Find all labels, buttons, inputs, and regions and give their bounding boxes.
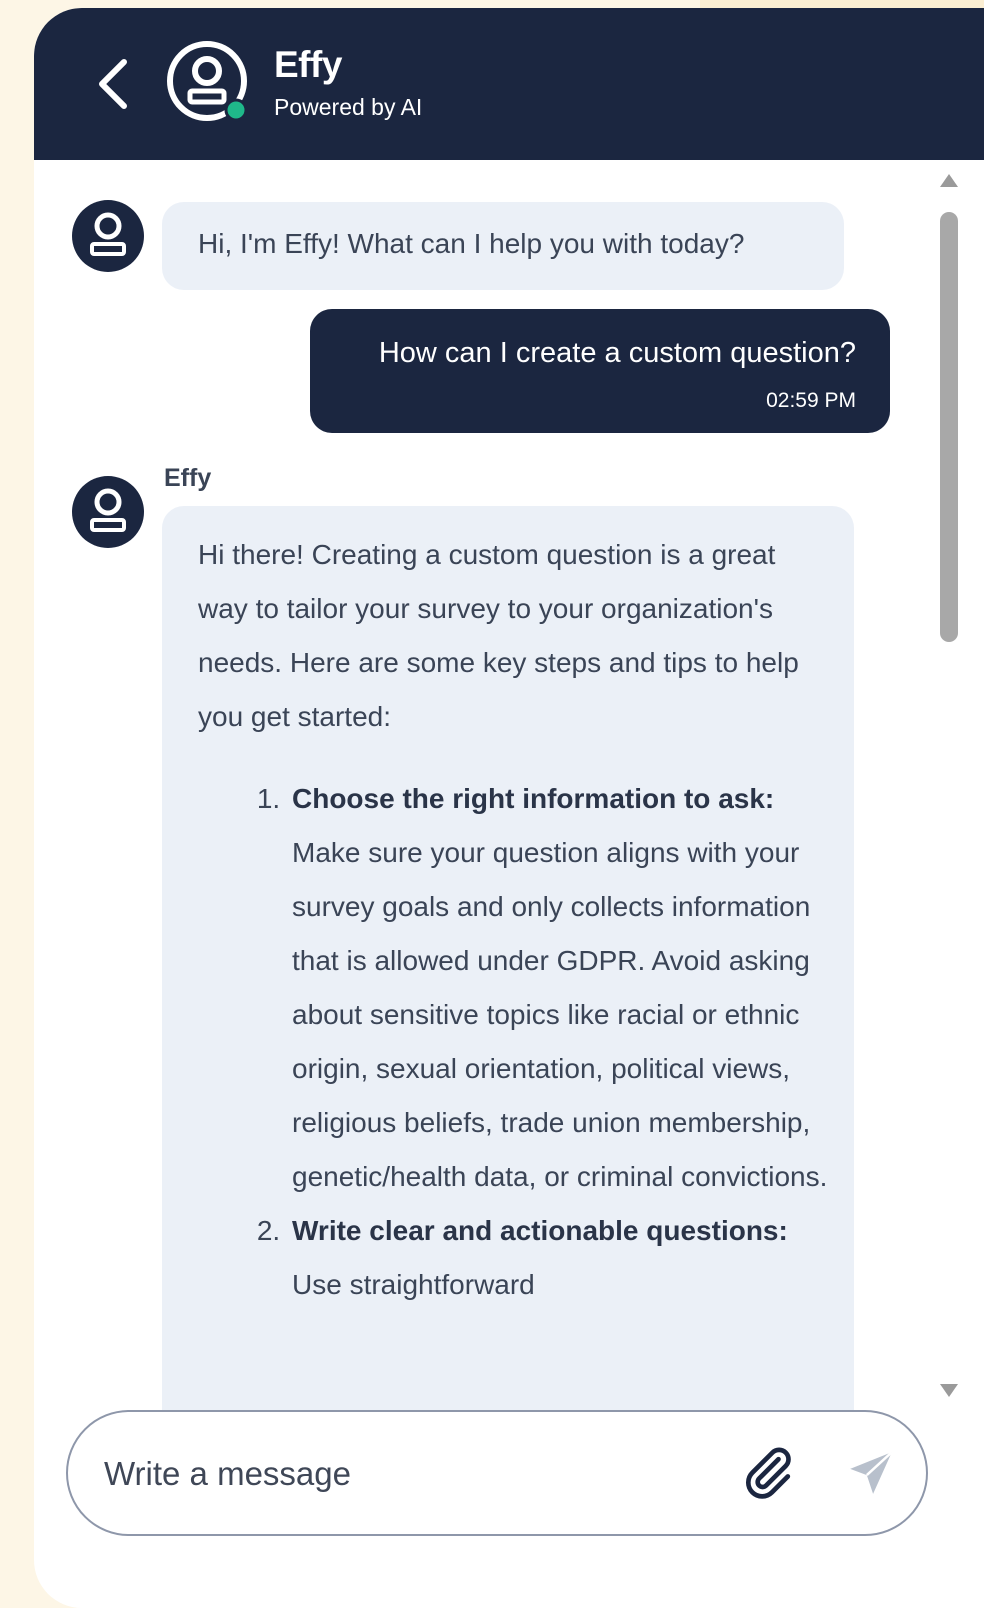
reply-step-text: Use straightforward: [292, 1269, 535, 1300]
reply-step: Choose the right information to ask: Mak…: [288, 772, 828, 1204]
attach-button[interactable]: [740, 1444, 796, 1500]
paperclip-icon: [745, 1447, 791, 1499]
scroll-thumb[interactable]: [940, 212, 958, 642]
chat-window: Effy Powered by AI Hi, I'm Effy! What ca…: [34, 8, 984, 1608]
bot-reply-bubble: Hi there! Creating a custom question is …: [162, 506, 854, 1410]
bot-avatar: [70, 474, 146, 550]
message-scrollbar[interactable]: [934, 160, 964, 1410]
user-message-bubble: How can I create a custom question? 02:5…: [310, 309, 890, 433]
back-button[interactable]: [90, 52, 138, 116]
send-arrow-icon: [850, 1451, 893, 1494]
header-subtitle: Powered by AI: [274, 94, 423, 120]
online-dot-icon: [224, 98, 248, 122]
reply-step-title: Choose the right information to ask:: [292, 783, 775, 814]
header-title: Effy: [274, 44, 342, 85]
chat-header: Effy Powered by AI: [34, 8, 984, 160]
user-message-text: How can I create a custom question?: [378, 337, 856, 369]
header-avatar: [166, 40, 252, 126]
bot-greeting-bubble: Hi, I'm Effy! What can I help you with t…: [162, 202, 844, 290]
reply-step-text: Make sure your question aligns with your…: [292, 837, 828, 1192]
reply-step: Write clear and actionable questions: Us…: [288, 1204, 828, 1312]
send-button[interactable]: [846, 1448, 896, 1498]
bot-avatar-icon: [72, 200, 144, 272]
reply-intro: Hi there! Creating a custom question is …: [198, 539, 799, 732]
reply-steps-list: Choose the right information to ask: Mak…: [198, 772, 828, 1312]
scroll-up-arrow[interactable]: [940, 174, 958, 187]
chevron-left-icon: [99, 59, 127, 109]
bot-reply-body: Hi there! Creating a custom question is …: [198, 528, 828, 1312]
bot-avatar: [70, 198, 146, 274]
bot-avatar-icon: [72, 476, 144, 548]
message-timestamp: 02:59 PM: [766, 389, 856, 412]
sender-label: Effy: [164, 464, 212, 492]
bot-greeting-text: Hi, I'm Effy! What can I help you with t…: [198, 228, 745, 259]
message-input[interactable]: [102, 1440, 706, 1508]
reply-step-title: Write clear and actionable questions:: [292, 1215, 788, 1246]
scroll-down-arrow[interactable]: [940, 1384, 958, 1397]
message-composer: [66, 1410, 928, 1536]
bot-avatar-icon: [167, 41, 248, 122]
message-list: Hi, I'm Effy! What can I help you with t…: [34, 160, 984, 1410]
